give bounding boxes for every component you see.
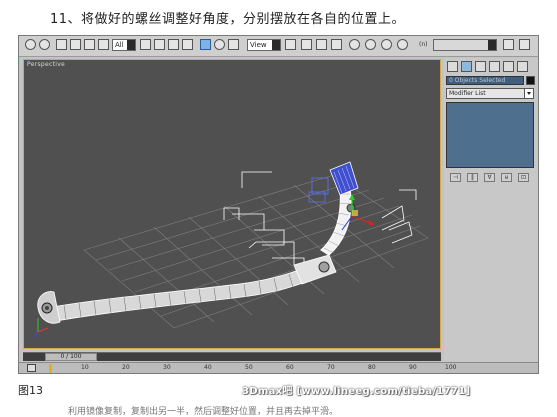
chevron-down-icon bbox=[127, 40, 135, 50]
modifier-stack[interactable] bbox=[446, 102, 534, 168]
track-tick: 80 bbox=[368, 364, 376, 371]
display-tab-icon[interactable] bbox=[503, 61, 514, 72]
remove-modifier-button[interactable]: ⊌ bbox=[501, 173, 512, 182]
select-by-name-icon[interactable] bbox=[154, 39, 165, 50]
chevron-down-icon bbox=[488, 40, 496, 50]
modifier-list-dropdown[interactable]: Modifier List bbox=[446, 88, 534, 99]
named-selection-set-dropdown[interactable] bbox=[433, 39, 497, 51]
time-slider[interactable]: 0 / 100 bbox=[45, 353, 97, 361]
modifier-list-label: Modifier List bbox=[449, 90, 486, 97]
3dsmax-window: All View (n) Perspective 0 Objects Selec… bbox=[18, 35, 539, 374]
object-name-field[interactable]: 0 Objects Selected bbox=[446, 76, 524, 85]
reference-coordinate-value: View bbox=[250, 41, 267, 49]
unlink-icon[interactable] bbox=[70, 39, 81, 50]
motion-tab-icon[interactable] bbox=[489, 61, 500, 72]
track-tick: 20 bbox=[122, 364, 130, 371]
bind-space-warp-icon[interactable] bbox=[84, 39, 95, 50]
make-unique-button[interactable]: ∀ bbox=[484, 173, 495, 182]
select-and-rotate-icon[interactable] bbox=[214, 39, 225, 50]
rectangular-selection-icon[interactable] bbox=[168, 39, 179, 50]
select-and-scale-icon[interactable] bbox=[228, 39, 239, 50]
align-icon[interactable] bbox=[519, 39, 530, 50]
undo-icon[interactable] bbox=[25, 39, 36, 50]
select-and-move-icon[interactable] bbox=[200, 39, 211, 50]
chevron-down-icon bbox=[524, 89, 533, 98]
modify-tab-icon[interactable] bbox=[461, 61, 472, 72]
select-link-icon[interactable] bbox=[56, 39, 67, 50]
keyboard-shortcut-override-icon[interactable] bbox=[316, 39, 327, 50]
next-paragraph: 利用镜像复制，复制出另一半，然后调整好位置，并且再去掉平滑。 bbox=[68, 407, 339, 417]
chevron-down-icon bbox=[272, 40, 280, 50]
snap-toggle-icon[interactable] bbox=[331, 39, 342, 50]
reference-coordinate-dropdown[interactable]: View bbox=[247, 39, 281, 51]
select-object-icon[interactable] bbox=[140, 39, 151, 50]
edit-named-selection-icon[interactable] bbox=[397, 39, 408, 50]
watermark: 3Dmax吧 [www.lineeg.com/tieba/1771] bbox=[242, 386, 471, 397]
hierarchy-tab-icon[interactable] bbox=[475, 61, 486, 72]
track-tick: 40 bbox=[204, 364, 212, 371]
object-color-swatch[interactable] bbox=[526, 76, 535, 85]
utilities-tab-icon[interactable] bbox=[517, 61, 528, 72]
configure-modifier-sets-button[interactable]: ⊡ bbox=[518, 173, 529, 182]
percent-snap-icon[interactable] bbox=[365, 39, 376, 50]
pin-stack-button[interactable]: ⊣ bbox=[450, 173, 461, 182]
pivot-center-icon[interactable] bbox=[285, 39, 296, 50]
viewport-label[interactable]: Perspective bbox=[27, 61, 65, 68]
window-crossing-icon[interactable] bbox=[182, 39, 193, 50]
show-end-result-button[interactable]: ‖ bbox=[467, 173, 478, 182]
keyframe-marker[interactable] bbox=[49, 364, 52, 373]
track-tick: 30 bbox=[163, 364, 171, 371]
track-tick: 10 bbox=[81, 364, 89, 371]
create-tab-icon[interactable] bbox=[447, 61, 458, 72]
spinner-snap-icon[interactable] bbox=[381, 39, 392, 50]
mirror-icon[interactable] bbox=[503, 39, 514, 50]
perspective-viewport[interactable]: Perspective bbox=[23, 59, 441, 349]
track-tick: 60 bbox=[286, 364, 294, 371]
track-tick: 70 bbox=[327, 364, 335, 371]
mini-curve-editor-icon[interactable] bbox=[27, 364, 36, 372]
manipulate-icon[interactable] bbox=[301, 39, 312, 50]
bone-icon[interactable] bbox=[98, 39, 109, 50]
track-bar[interactable]: 10 20 30 40 50 60 70 80 90 100 bbox=[19, 362, 538, 373]
command-panel: 0 Objects Selected Modifier List ⊣ ‖ ∀ ⊌… bbox=[444, 58, 538, 373]
angle-snap-icon[interactable] bbox=[349, 39, 360, 50]
track-tick: 90 bbox=[409, 364, 417, 371]
time-slider-track[interactable]: 0 / 100 bbox=[23, 352, 441, 361]
track-tick: 100 bbox=[445, 364, 457, 371]
figure-label: 图13 bbox=[18, 384, 43, 397]
selection-filter-value: All bbox=[115, 41, 124, 49]
track-tick: 50 bbox=[245, 364, 253, 371]
named-selection-label: (n) bbox=[419, 41, 428, 48]
viewport-scene bbox=[33, 161, 429, 338]
selection-filter-dropdown[interactable]: All bbox=[112, 39, 136, 51]
redo-icon[interactable] bbox=[39, 39, 50, 50]
main-toolbar: All View (n) bbox=[19, 36, 538, 57]
tutorial-step-caption: 11、将做好的螺丝调整好角度，分别摆放在各自的位置上。 bbox=[50, 12, 406, 27]
